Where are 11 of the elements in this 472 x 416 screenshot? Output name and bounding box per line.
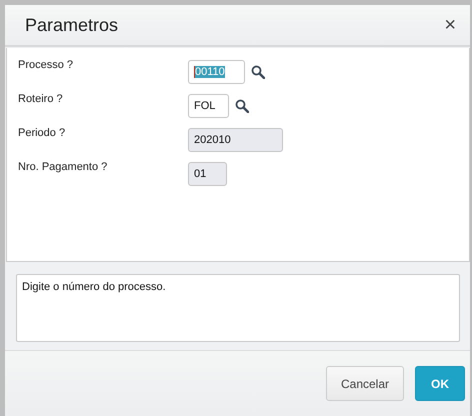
field-label: Processo ? bbox=[18, 58, 74, 73]
search-icon[interactable] bbox=[235, 99, 249, 113]
close-button[interactable]: × bbox=[442, 15, 458, 35]
field-label: Roteiro ? bbox=[18, 92, 64, 107]
field-label: Nro. Pagamento ? bbox=[18, 160, 108, 175]
input-field[interactable]: FOL bbox=[188, 94, 229, 118]
field-label: Periodo ? bbox=[18, 126, 66, 141]
search-icon[interactable] bbox=[251, 65, 265, 79]
help-text-box: Digite o número do processo. bbox=[16, 274, 460, 342]
window-title: Parametros bbox=[25, 14, 118, 36]
cancel-button[interactable]: Cancelar bbox=[326, 366, 404, 401]
